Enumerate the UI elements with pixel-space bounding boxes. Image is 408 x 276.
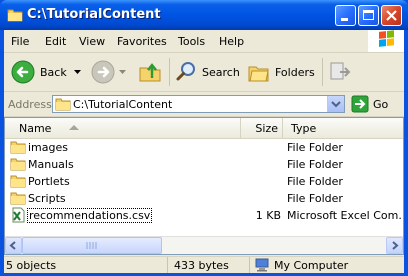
my-computer-icon	[255, 258, 269, 272]
column-header-size[interactable]: Size	[241, 118, 283, 138]
file-name: Scripts	[28, 192, 66, 205]
back-arrow-icon	[11, 60, 35, 84]
file-row-scripts[interactable]: Scripts File Folder	[5, 190, 403, 207]
column-size-label: Size	[255, 122, 278, 135]
go-button[interactable]: Go	[349, 95, 401, 113]
close-button[interactable]	[381, 5, 402, 26]
file-row-portlets[interactable]: Portlets File Folder	[5, 173, 403, 190]
standard-toolbar: Back Search Folders	[4, 53, 404, 92]
forward-dropdown-icon	[119, 70, 126, 74]
column-header-type[interactable]: Type	[283, 118, 403, 138]
file-name: images	[28, 141, 68, 154]
status-bar: 5 objects 433 bytes My Computer	[4, 256, 404, 273]
search-icon	[176, 62, 195, 81]
file-list[interactable]: Name Size Type images File Folder Manual…	[4, 117, 404, 255]
grip-icon	[86, 242, 97, 249]
back-dropdown-icon[interactable]	[74, 70, 82, 76]
status-bytes: 433 bytes	[168, 257, 250, 273]
menu-view[interactable]: View	[79, 35, 105, 48]
menu-bar: File Edit View Favorites Tools Help	[4, 30, 404, 53]
window-body: File Edit View Favorites Tools Help Back…	[4, 30, 404, 273]
address-label: Address	[8, 98, 52, 111]
go-arrow-icon	[351, 95, 369, 113]
status-objects-text: 5 objects	[6, 259, 57, 272]
file-row-manuals[interactable]: Manuals File Folder	[5, 156, 403, 173]
folder-icon	[10, 141, 26, 154]
address-bar: Address C:\TutorialContent Go	[4, 92, 404, 117]
toolbar-separator	[322, 58, 323, 86]
folder-icon	[55, 98, 71, 111]
sort-ascending-icon	[69, 125, 79, 130]
folder-icon	[7, 9, 23, 22]
minimize-button[interactable]	[335, 5, 356, 26]
folders-button[interactable]: Folders	[247, 58, 317, 86]
folders-label: Folders	[275, 66, 315, 79]
status-location: My Computer	[250, 257, 404, 273]
chevron-down-icon	[331, 101, 341, 108]
column-name-label: Name	[19, 122, 52, 135]
file-name: Manuals	[28, 158, 74, 171]
menu-tools[interactable]: Tools	[178, 35, 205, 48]
status-location-text: My Computer	[274, 259, 349, 272]
folder-icon	[10, 158, 26, 171]
up-folder-icon	[139, 63, 161, 82]
address-value: C:\TutorialContent	[73, 98, 173, 111]
folders-icon	[248, 66, 269, 82]
file-name: recommendations.csv	[26, 208, 153, 223]
maximize-icon	[363, 10, 374, 20]
views-button[interactable]	[328, 58, 354, 86]
scroll-thumb[interactable]	[22, 237, 162, 254]
search-label: Search	[202, 66, 240, 79]
status-objects: 5 objects	[4, 257, 168, 273]
horizontal-scrollbar[interactable]	[5, 236, 403, 254]
menu-help[interactable]: Help	[219, 35, 244, 48]
up-folder-button[interactable]	[138, 58, 164, 86]
address-input[interactable]: C:\TutorialContent	[52, 95, 345, 113]
search-button[interactable]: Search	[175, 58, 241, 86]
file-type: File Folder	[287, 192, 343, 205]
explorer-window: C:\TutorialContent File Edit View Favori…	[0, 0, 408, 276]
maximize-button[interactable]	[358, 5, 379, 26]
file-type: File Folder	[287, 141, 343, 154]
menu-edit[interactable]: Edit	[45, 35, 66, 48]
toolbar-separator	[169, 58, 170, 86]
title-bar[interactable]: C:\TutorialContent	[0, 0, 408, 30]
folder-icon	[10, 175, 26, 188]
excel-csv-icon	[12, 207, 25, 223]
status-bytes-text: 433 bytes	[174, 259, 229, 272]
back-label: Back	[40, 66, 67, 79]
file-type: Microsoft Excel Com...	[287, 209, 404, 222]
move-to-icon	[330, 62, 351, 80]
close-icon	[386, 10, 397, 21]
chevron-right-icon	[392, 241, 399, 250]
forward-button[interactable]	[90, 58, 126, 86]
column-header-row: Name Size Type	[5, 118, 403, 139]
windows-logo-icon	[368, 30, 404, 52]
column-header-name[interactable]: Name	[5, 118, 241, 138]
file-type: File Folder	[287, 158, 343, 171]
back-button[interactable]: Back	[10, 58, 82, 86]
menu-favorites[interactable]: Favorites	[117, 35, 167, 48]
window-title: C:\TutorialContent	[27, 7, 161, 22]
minimize-icon	[341, 18, 348, 21]
menu-file[interactable]: File	[11, 35, 29, 48]
file-size: 1 KB	[255, 209, 281, 222]
file-row-recommendations-csv[interactable]: recommendations.csv 1 KB Microsoft Excel…	[5, 207, 403, 224]
forward-arrow-icon	[91, 60, 115, 84]
go-label: Go	[373, 98, 389, 111]
scroll-left-button[interactable]	[5, 237, 22, 254]
file-row-images[interactable]: images File Folder	[5, 139, 403, 156]
column-type-label: Type	[291, 122, 317, 135]
scroll-right-button[interactable]	[386, 237, 403, 254]
file-type: File Folder	[287, 175, 343, 188]
folder-icon	[10, 192, 26, 205]
file-name: Portlets	[28, 175, 70, 188]
address-dropdown-button[interactable]	[327, 96, 344, 112]
chevron-left-icon	[9, 241, 16, 250]
